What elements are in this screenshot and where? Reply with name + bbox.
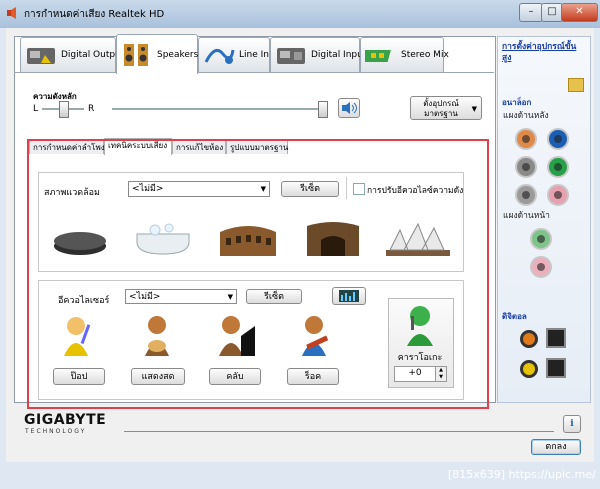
- rear-jack-gray[interactable]: [515, 156, 537, 178]
- ok-button[interactable]: ตกลง: [531, 439, 581, 455]
- tab-digital-output[interactable]: Digital Output: [20, 37, 124, 72]
- digital-title: ดิจิตอล: [502, 312, 527, 321]
- footer-rule: [124, 431, 554, 432]
- info-icon[interactable]: i: [563, 415, 581, 433]
- volume-slider[interactable]: [318, 101, 328, 118]
- spdif-out-coaxial-icon[interactable]: [520, 330, 538, 348]
- advanced-settings-link[interactable]: การตั้งค่าอุปกรณ์ขั้นสูง: [502, 42, 584, 64]
- maximize-button[interactable]: □: [541, 3, 563, 22]
- front-jack-green[interactable]: [530, 228, 552, 250]
- default-device-button[interactable]: ตั้งอุปกรณ์มาตรฐาน ▼: [410, 96, 482, 120]
- rear-jack-black[interactable]: [515, 184, 537, 206]
- mute-button[interactable]: [338, 98, 360, 118]
- speaker-title-icon: [7, 7, 16, 19]
- tab-label: Line In: [239, 50, 269, 60]
- tab-digital-input[interactable]: Digital Input: [270, 37, 366, 72]
- speakers-icon: [124, 43, 148, 66]
- digital-input-icon: [277, 48, 305, 64]
- balance-left-label: L: [33, 104, 39, 114]
- speaker-volume-icon: [342, 102, 357, 114]
- volume-track: [112, 108, 326, 110]
- tab-label: Speakers: [157, 49, 199, 60]
- spdif-out-optical-icon[interactable]: [546, 328, 566, 348]
- rear-panel-label: แผงด้านหลัง: [503, 111, 549, 121]
- rear-jack-orange[interactable]: [515, 128, 537, 150]
- tab-label: Digital Output: [61, 50, 125, 60]
- spdif-in-optical-icon[interactable]: [546, 358, 566, 378]
- rear-jack-pink[interactable]: [547, 184, 569, 206]
- tab-speakers[interactable]: Speakers: [116, 34, 198, 74]
- gigabyte-logo-sub: TECHNOLOGY: [25, 428, 87, 435]
- tab-divider: [14, 72, 494, 73]
- tab-stereo-mix[interactable]: Stereo Mix: [360, 37, 449, 72]
- rear-jack-blue[interactable]: [547, 128, 569, 150]
- dropdown-arrow-icon: ▼: [471, 105, 477, 113]
- watermark-text: [815x639] https://upic.me/: [448, 468, 596, 481]
- default-device-label: ตั้งอุปกรณ์มาตรฐาน: [423, 99, 459, 118]
- stereo-mix-icon: [365, 50, 391, 62]
- volume-label: ความดังหลัก: [33, 92, 77, 101]
- tab-label: Digital Input: [311, 50, 367, 60]
- rear-jack-green[interactable]: [547, 156, 569, 178]
- highlight-frame: [27, 139, 489, 409]
- front-jack-pink[interactable]: [530, 256, 552, 278]
- minimize-button[interactable]: –: [519, 3, 543, 22]
- balance-slider[interactable]: [59, 101, 69, 118]
- digital-output-icon: [27, 48, 55, 64]
- tab-label: Stereo Mix: [401, 50, 449, 60]
- spdif-in-coaxial-icon[interactable]: [520, 360, 538, 378]
- balance-right-label: R: [88, 104, 95, 114]
- close-button[interactable]: ✕: [561, 3, 598, 22]
- window-title: การกำหนดค่าเสียง Realtek HD: [24, 9, 165, 20]
- front-panel-label: แผงด้านหน้า: [503, 211, 550, 221]
- line-in-icon: [204, 48, 235, 64]
- tab-line-in[interactable]: Line In: [198, 37, 270, 72]
- gigabyte-logo: GIGABYTE: [24, 412, 107, 428]
- folder-icon[interactable]: [568, 78, 584, 92]
